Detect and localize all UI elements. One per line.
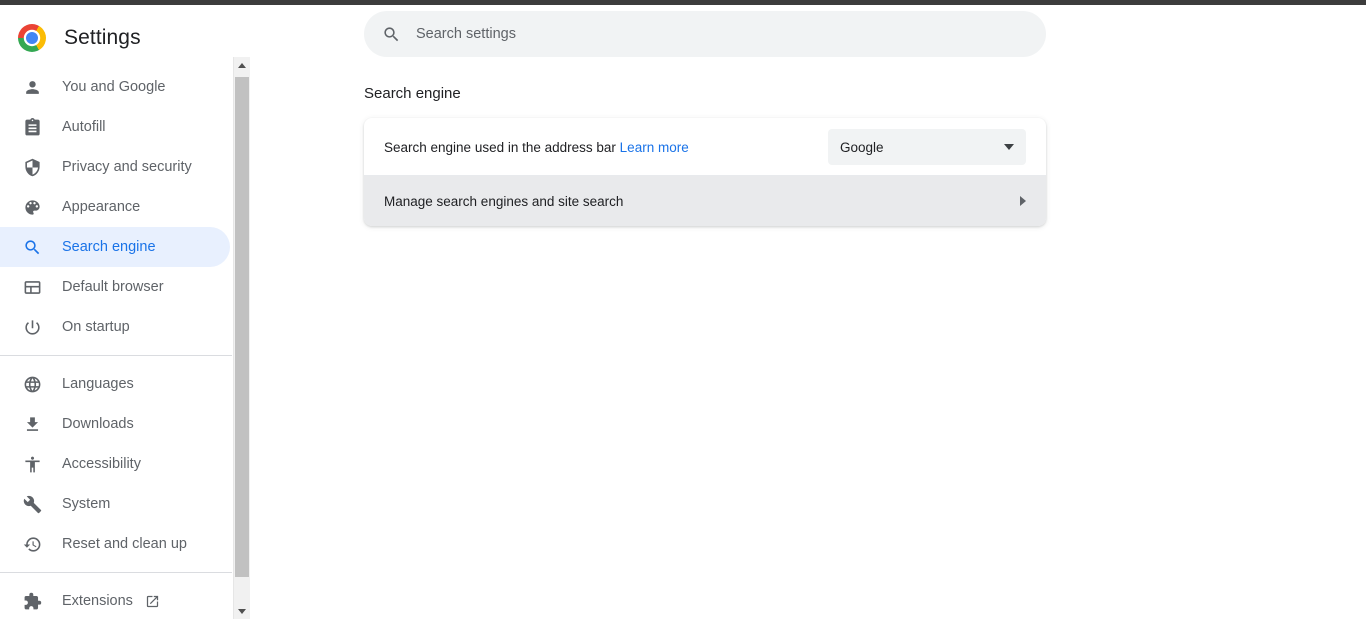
sidebar-item-search-engine[interactable]: Search engine <box>0 227 230 267</box>
section-title: Search engine <box>364 85 461 102</box>
sidebar-group-secondary: Languages Downloads Accessibility System… <box>0 364 232 564</box>
sidebar-item-system[interactable]: System <box>0 484 230 524</box>
sidebar-item-label: Privacy and security <box>62 159 192 175</box>
learn-more-link[interactable]: Learn more <box>620 140 689 155</box>
row-label-group: Search engine used in the address bar Le… <box>384 140 689 155</box>
scroll-up-arrow[interactable] <box>234 57 250 73</box>
sidebar-divider-2 <box>0 572 232 573</box>
sidebar-item-appearance[interactable]: Appearance <box>0 187 230 227</box>
sidebar-item-downloads[interactable]: Downloads <box>0 404 230 444</box>
accessibility-icon <box>22 454 42 474</box>
puzzle-piece-icon <box>22 591 42 611</box>
search-engine-card: Search engine used in the address bar Le… <box>364 118 1046 226</box>
row-search-engine-address-bar: Search engine used in the address bar Le… <box>364 118 1046 176</box>
sidebar: Settings You and Google Autofill Privacy… <box>0 5 232 619</box>
scroll-up-arrow-glyph <box>238 62 246 68</box>
history-restore-icon <box>22 534 42 554</box>
sidebar-item-label: You and Google <box>62 79 166 95</box>
sidebar-nav: You and Google Autofill Privacy and secu… <box>0 67 232 619</box>
chevron-right-icon <box>1020 196 1026 206</box>
sidebar-item-label: Search engine <box>62 239 156 255</box>
search-icon <box>22 237 42 257</box>
sidebar-item-autofill[interactable]: Autofill <box>0 107 230 147</box>
sidebar-item-label: Accessibility <box>62 456 141 472</box>
sidebar-item-default-browser[interactable]: Default browser <box>0 267 230 307</box>
sidebar-group-extensions: Extensions <box>0 581 232 619</box>
search-input[interactable] <box>416 26 1030 42</box>
settings-page: Settings You and Google Autofill Privacy… <box>0 0 1366 619</box>
row-label: Manage search engines and site search <box>384 193 624 209</box>
sidebar-item-label: Appearance <box>62 199 141 215</box>
sidebar-group-primary: You and Google Autofill Privacy and secu… <box>0 67 232 347</box>
sidebar-divider-1 <box>0 355 232 356</box>
person-icon <box>22 77 42 97</box>
shield-icon <box>22 157 42 177</box>
search-engine-dropdown[interactable]: Google <box>828 129 1026 165</box>
search-settings-bar[interactable] <box>364 11 1046 57</box>
sidebar-item-privacy-and-security[interactable]: Privacy and security <box>0 147 230 187</box>
scroll-down-arrow[interactable] <box>234 603 250 619</box>
sidebar-item-on-startup[interactable]: On startup <box>0 307 230 347</box>
sidebar-item-languages[interactable]: Languages <box>0 364 230 404</box>
sidebar-item-you-and-google[interactable]: You and Google <box>0 67 230 107</box>
power-icon <box>22 317 42 337</box>
search-engine-dropdown-value: Google <box>840 139 884 155</box>
page-title: Settings <box>64 26 141 49</box>
download-icon <box>22 414 42 434</box>
sidebar-scrollbar[interactable] <box>233 57 250 619</box>
row-label: Search engine used in the address bar <box>384 139 616 155</box>
sidebar-item-label: On startup <box>62 319 130 335</box>
sidebar-item-label: Downloads <box>62 416 134 432</box>
main-content: Search engine Search engine used in the … <box>251 5 1366 619</box>
open-in-new-icon <box>145 594 160 609</box>
sidebar-item-reset-and-clean-up[interactable]: Reset and clean up <box>0 524 230 564</box>
sidebar-item-extensions[interactable]: Extensions <box>0 581 230 619</box>
brand-header: Settings <box>0 15 232 61</box>
search-icon <box>380 23 402 45</box>
sidebar-item-label: Autofill <box>62 119 106 135</box>
sidebar-item-label: Languages <box>62 376 134 392</box>
row-manage-search-engines[interactable]: Manage search engines and site search <box>364 176 1046 226</box>
chevron-down-icon <box>1004 144 1014 150</box>
scroll-thumb[interactable] <box>235 77 249 577</box>
chrome-logo <box>18 24 46 52</box>
browser-window-icon <box>22 277 42 297</box>
sidebar-item-label: Extensions <box>62 593 133 609</box>
sidebar-item-accessibility[interactable]: Accessibility <box>0 444 230 484</box>
sidebar-item-label: Default browser <box>62 279 164 295</box>
sidebar-item-label: Reset and clean up <box>62 536 187 552</box>
palette-icon <box>22 197 42 217</box>
clipboard-icon <box>22 117 42 137</box>
globe-icon <box>22 374 42 394</box>
wrench-icon <box>22 494 42 514</box>
sidebar-item-label: System <box>62 496 111 512</box>
scroll-down-arrow-glyph <box>238 608 246 614</box>
